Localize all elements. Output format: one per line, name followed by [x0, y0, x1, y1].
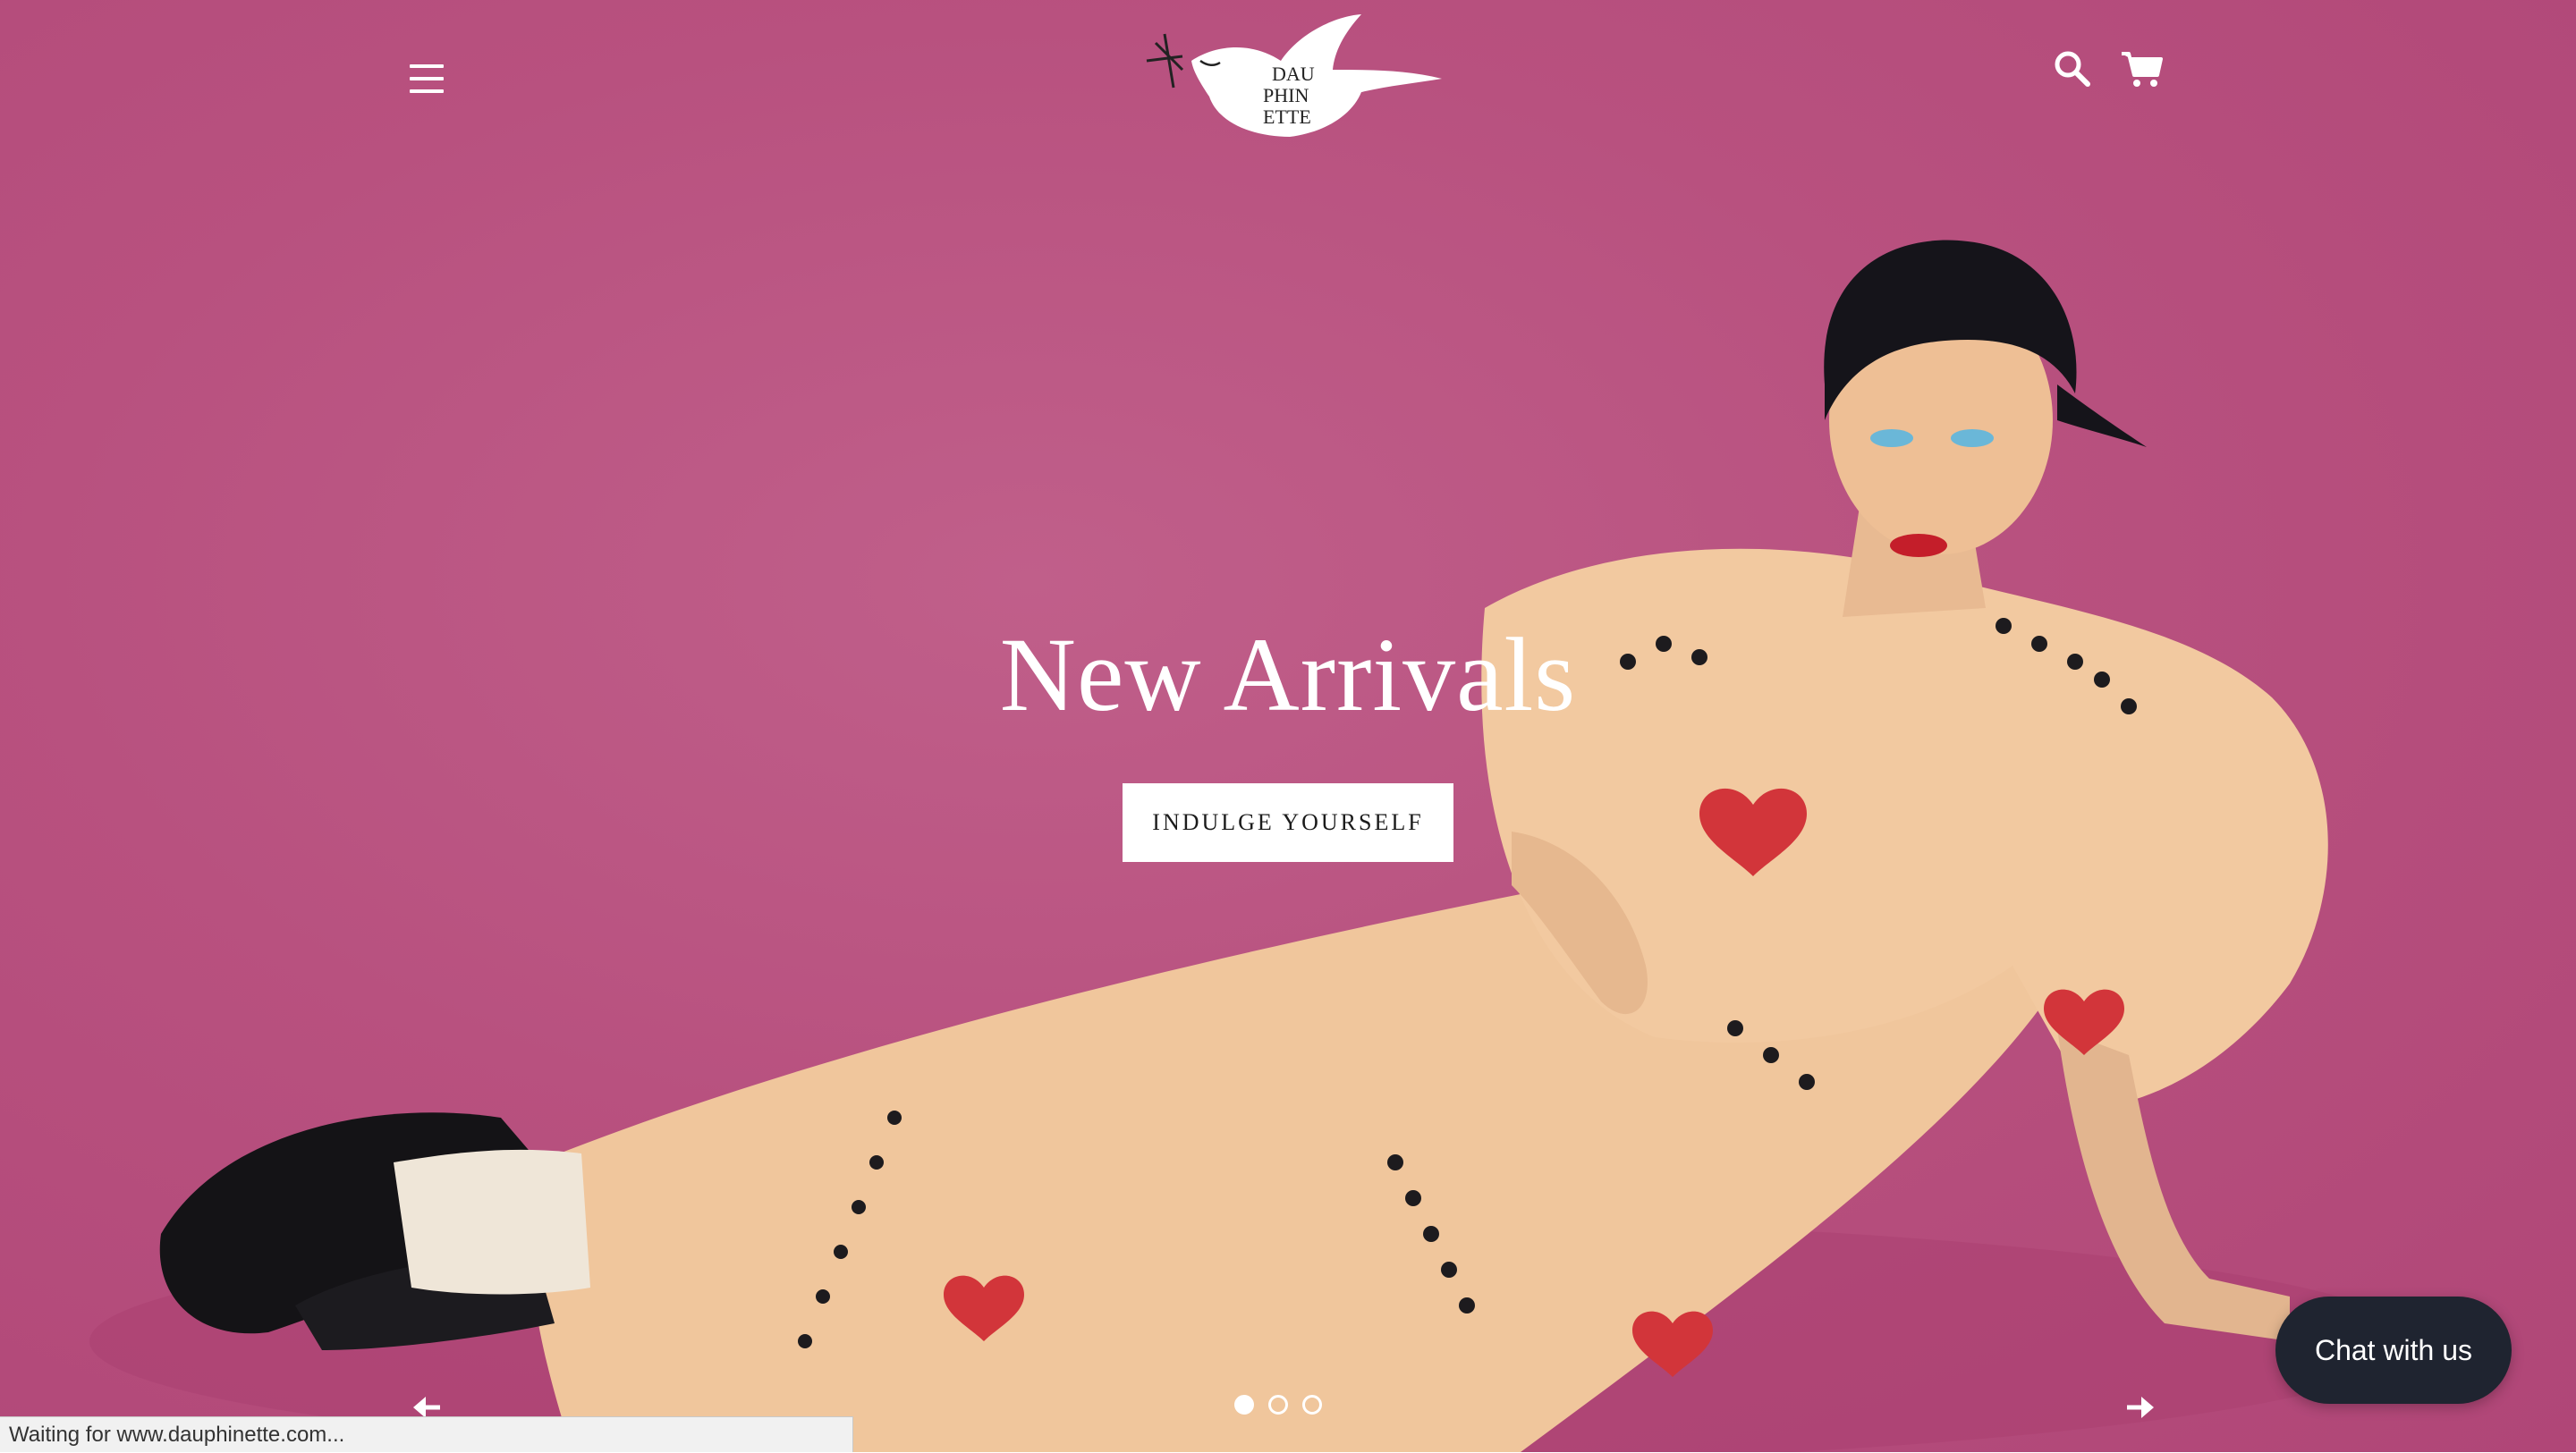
indulge-yourself-button[interactable]: INDULGE YOURSELF — [1123, 783, 1453, 862]
arrow-right-icon[interactable] — [2122, 1390, 2157, 1425]
slide-indicators — [1234, 1395, 1322, 1422]
browser-status-bar: Waiting for www.dauphinette.com... — [0, 1416, 853, 1452]
hamburger-menu-icon[interactable] — [404, 59, 449, 98]
logo-text-line-1: DAU — [1272, 63, 1315, 85]
chat-with-us-button[interactable]: Chat with us — [2275, 1297, 2512, 1404]
logo-text-line-2: PHIN — [1263, 84, 1309, 106]
slide-dot-3[interactable] — [1302, 1395, 1322, 1415]
logo-text-line-3: ETTE — [1263, 106, 1311, 128]
site-logo[interactable]: DAU PHIN ETTE — [1129, 7, 1460, 141]
slide-dot-1[interactable] — [1234, 1395, 1254, 1415]
site-header: DAU PHIN ETTE — [0, 0, 2576, 152]
slide-dot-2[interactable] — [1268, 1395, 1288, 1415]
hero-headline: New Arrivals — [999, 616, 1577, 733]
dove-logo-icon: DAU PHIN ETTE — [1146, 14, 1442, 137]
search-icon[interactable] — [2050, 46, 2095, 91]
cart-icon[interactable] — [2118, 46, 2165, 91]
